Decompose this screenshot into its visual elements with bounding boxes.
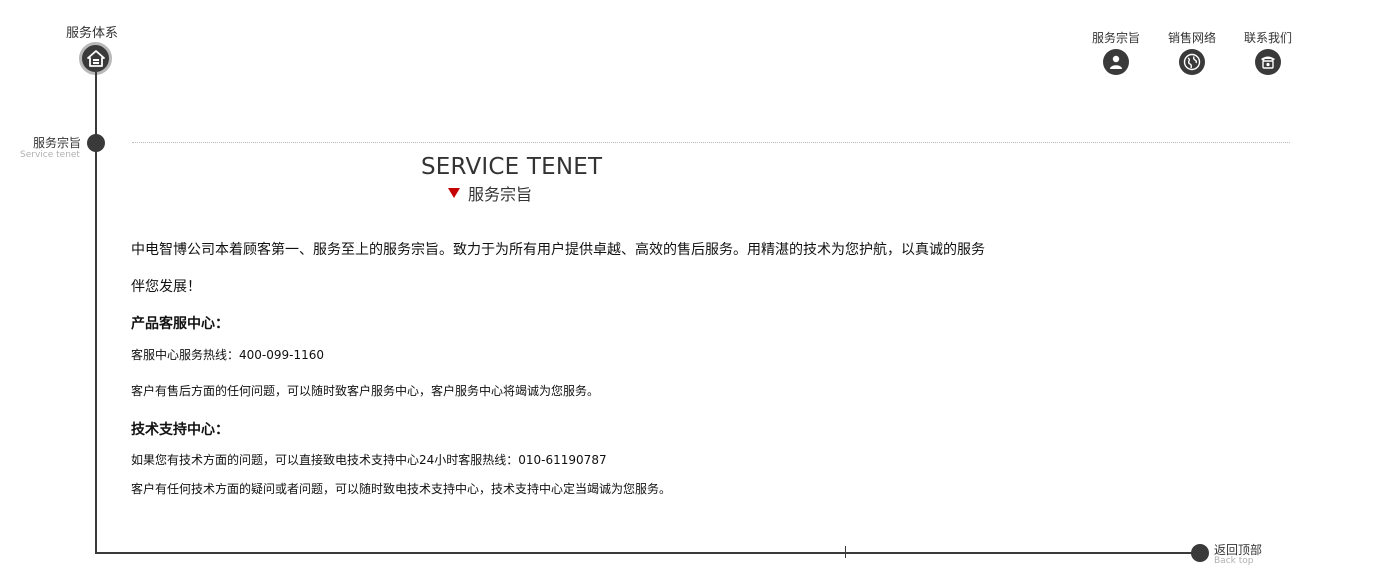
nav-label: 联系我们 [1243,31,1292,45]
tenet-node-sublabel: Service tenet [20,150,80,160]
top-nav: 服务宗旨 销售网络 联系我们 [1078,30,1306,75]
phone-icon [1255,49,1281,75]
customer-hotline: 客服中心服务热线：400-099-1160 [131,348,325,362]
nav-label: 销售网络 [1167,31,1216,45]
service-page: 服务体系 服务宗旨 Service tenet 返回顶部 Back top 服务… [0,0,1400,582]
dotted-divider [132,142,1290,143]
tech-hotline: 如果您有技术方面的问题，可以直接致电技术支持中心24小时客服热线：010-611… [131,453,607,467]
customer-description: 客户有售后方面的任何问题，可以随时致客户服务中心，客户服务中心将竭诚为您服务。 [131,384,600,398]
globe-icon [1179,49,1205,75]
nav-item-service-tenet[interactable]: 服务宗旨 [1078,30,1154,75]
heading-chinese: 服务宗旨 [468,185,533,204]
back-top-node-dot[interactable] [1191,544,1209,562]
timeline-tick [845,546,846,558]
back-top-sublabel: Back top [1214,556,1254,566]
heading-english: SERVICE TENET [421,154,603,180]
tenet-node-label[interactable]: 服务宗旨 [33,134,81,151]
heading-chinese-wrap: 服务宗旨 [448,181,532,205]
customer-center-title: 产品客服中心： [131,316,229,332]
intro-paragraph: 中电智博公司本着顾客第一、服务至上的服务宗旨。致力于为所有用户提供卓越、高效的售… [131,242,985,295]
tenet-node-dot[interactable] [87,134,105,152]
nav-label: 服务宗旨 [1091,31,1140,45]
content-body: 中电智博公司本着顾客第一、服务至上的服务宗旨。致力于为所有用户提供卓越、高效的售… [131,232,991,501]
user-icon [1103,49,1129,75]
section-title: 服务体系 [66,26,119,41]
home-icon[interactable] [79,42,112,75]
tech-center-title: 技术支持中心： [131,422,229,438]
triangle-down-icon [448,188,460,198]
tech-description: 客户有任何技术方面的疑问或者问题，可以随时致电技术支持中心，技术支持中心定当竭诚… [131,482,672,496]
nav-item-contact-us[interactable]: 联系我们 [1230,30,1306,75]
timeline-horizontal-line [95,552,1201,554]
nav-item-sales-network[interactable]: 销售网络 [1154,30,1230,75]
